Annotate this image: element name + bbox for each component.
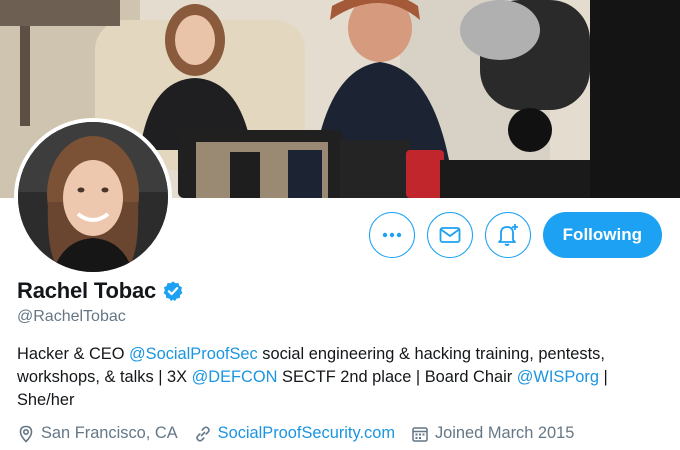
bio-text: SECTF 2nd place | Board Chair	[277, 368, 517, 386]
mention-link-wisporg[interactable]: @WISPorg	[517, 368, 599, 386]
location-pin-icon	[19, 425, 33, 443]
mention-link-defcon[interactable]: @DEFCON	[192, 368, 278, 386]
verified-badge-icon	[163, 281, 183, 301]
bell-plus-icon	[497, 224, 518, 246]
joined-item: Joined March 2015	[411, 424, 574, 443]
website-item: SocialProofSecurity.com	[194, 424, 395, 443]
location-text: San Francisco, CA	[41, 424, 178, 442]
location-item: San Francisco, CA	[17, 424, 178, 443]
profile-avatar[interactable]	[14, 118, 172, 276]
message-button[interactable]	[426, 212, 473, 258]
calendar-icon	[412, 426, 428, 442]
mention-link-socialproofsec[interactable]: @SocialProofSec	[129, 345, 258, 363]
profile-actions: Following	[368, 212, 662, 258]
display-name: Rachel Tobac	[17, 278, 157, 303]
avatar-photo	[18, 122, 168, 272]
more-dots-icon	[382, 232, 401, 238]
joined-date-text: Joined March 2015	[434, 424, 575, 442]
profile-name-row: Rachel Tobac	[17, 278, 184, 304]
website-link[interactable]: SocialProofSecurity.com	[218, 424, 395, 443]
more-button[interactable]	[368, 212, 415, 258]
user-handle: @RachelTobac	[17, 308, 126, 325]
link-icon	[195, 425, 210, 442]
profile-meta: San Francisco, CA SocialProofSecurity.co…	[17, 424, 590, 443]
notifications-button[interactable]	[484, 212, 531, 258]
following-button[interactable]: Following	[542, 212, 662, 258]
profile-bio: Hacker & CEO @SocialProofSec social engi…	[17, 343, 657, 412]
envelope-icon	[439, 227, 461, 243]
bio-text: Hacker & CEO	[17, 345, 130, 363]
